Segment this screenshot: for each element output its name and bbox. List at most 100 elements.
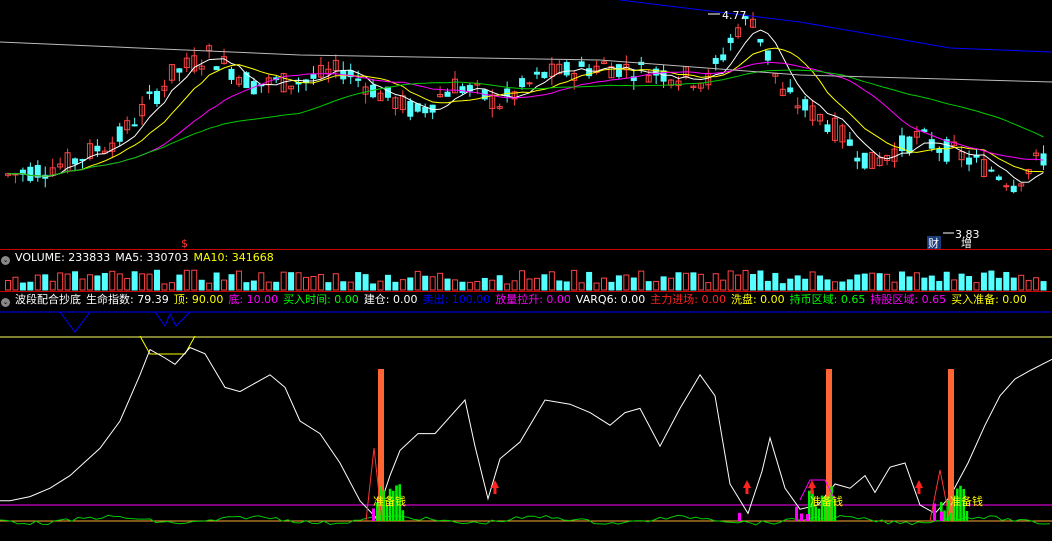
volume-bar: [712, 273, 719, 291]
volume-bar: [936, 280, 943, 291]
volume-bar: [750, 274, 756, 291]
cai-badge[interactable]: 财: [928, 236, 939, 250]
volume-ma10: MA10: 341668: [193, 251, 274, 264]
volume-bar: [384, 274, 391, 291]
price-panel[interactable]: [0, 0, 1052, 194]
volume-bar: [906, 276, 913, 291]
volume-bar: [116, 273, 123, 291]
candle-body: [504, 88, 511, 97]
volume-bar: [593, 282, 600, 291]
up-arrow-icon: [743, 480, 751, 494]
indicator-value-11: 持股区域: 0.65: [870, 293, 947, 306]
high-price-label: 4.77: [722, 9, 747, 22]
volume-bar: [206, 282, 213, 291]
up-arrow-icon: [491, 480, 499, 494]
volume-bar: [735, 274, 742, 291]
volume-bar: [362, 274, 369, 291]
collapse-icon[interactable]: ⌄: [1, 298, 10, 307]
volume-bar: [891, 281, 898, 291]
candle-body: [146, 91, 153, 94]
ma20-line: [7, 61, 1044, 177]
candle-body: [966, 157, 973, 165]
green-cluster-bar: [817, 508, 821, 521]
life-index-line: [0, 346, 1052, 519]
volume-bar: [1010, 277, 1017, 291]
stock-chart[interactable]: 4.77 3.83 $ 财 增 准备钱 准备钱 准备钱: [0, 0, 1052, 541]
ma10-line: [7, 47, 1044, 177]
candle-body: [854, 157, 861, 162]
candle-body: [228, 68, 235, 80]
volume-bar: [310, 276, 317, 291]
volume-bar: [392, 281, 399, 291]
indicator-value-10: 持币区域: 0.65: [789, 293, 866, 306]
candle-body: [861, 152, 868, 169]
volume-bar: [437, 272, 444, 291]
volume-bar: [630, 277, 637, 291]
annotation-1: 准备钱: [373, 494, 406, 508]
candle-body: [72, 158, 79, 165]
volume-bar: [466, 281, 473, 291]
volume-bar: [481, 277, 488, 291]
sell-signal: [59, 311, 191, 333]
volume-bar: [846, 279, 853, 291]
volume-bar: [884, 273, 891, 291]
volume-bar: [578, 282, 585, 291]
volume-bar: [668, 277, 675, 291]
volume-bar: [831, 281, 838, 291]
candle-body: [176, 68, 183, 73]
volume-bar: [861, 273, 868, 291]
green-cluster-bar: [943, 510, 946, 521]
volume-bar: [615, 275, 622, 291]
volume-bar: [168, 282, 175, 291]
volume-bar: [250, 280, 257, 291]
volume-bar: [5, 280, 11, 291]
indicator-value-0: 生命指数: 79.39: [86, 293, 169, 306]
candle-body: [943, 139, 950, 162]
candle-body: [533, 71, 540, 75]
volume-bar: [951, 279, 958, 291]
volume-bar: [913, 272, 920, 291]
indicator-panel[interactable]: [0, 311, 1052, 526]
candle-body: [422, 106, 429, 114]
volume-bar: [355, 272, 362, 291]
volume-bar: [705, 282, 712, 291]
volume-bar: [519, 270, 526, 291]
volume-bar: [496, 275, 503, 291]
magenta-bar: [372, 508, 375, 521]
volume-bar: [541, 274, 548, 291]
volume-panel[interactable]: [5, 269, 1047, 291]
candle-body: [727, 37, 734, 43]
candle-body: [906, 136, 913, 154]
green-cluster-bar: [814, 506, 817, 521]
volume-bar: [1033, 277, 1040, 291]
candle-body: [444, 91, 451, 97]
volume-bar: [653, 280, 660, 291]
volume-bar: [183, 269, 190, 291]
collapse-icon[interactable]: ⌄: [1, 256, 10, 265]
indicator-header: ⌄ 波段配合抄底 生命指数: 79.39 顶: 90.00 底: 10.00 买入时间: …: [0, 293, 1052, 307]
volume-bar: [526, 278, 533, 291]
candle-body: [936, 148, 943, 153]
candle-body: [407, 100, 414, 117]
volume-bar: [154, 269, 160, 291]
up-arrow-icon: [915, 480, 923, 494]
zeng-badge[interactable]: 增: [961, 236, 972, 250]
candle-body: [355, 78, 362, 81]
volume-bar: [265, 281, 272, 291]
volume-bar: [228, 274, 235, 291]
annotation-2: 准备钱: [810, 494, 843, 508]
volume-bar: [258, 272, 265, 291]
volume-bar: [280, 271, 287, 291]
volume-bar: [1003, 271, 1010, 291]
volume-bar: [638, 270, 645, 291]
volume-bar: [995, 277, 1002, 291]
indicator-name[interactable]: 波段配合抄底: [15, 293, 81, 306]
volume-bar: [839, 281, 846, 291]
candle-body: [519, 78, 526, 88]
volume-bar: [317, 274, 324, 291]
volume-bar: [213, 272, 220, 291]
volume-bar: [504, 283, 511, 291]
candle-body: [154, 91, 160, 105]
green-cluster-bar: [965, 510, 969, 521]
volume-bar: [295, 272, 302, 291]
